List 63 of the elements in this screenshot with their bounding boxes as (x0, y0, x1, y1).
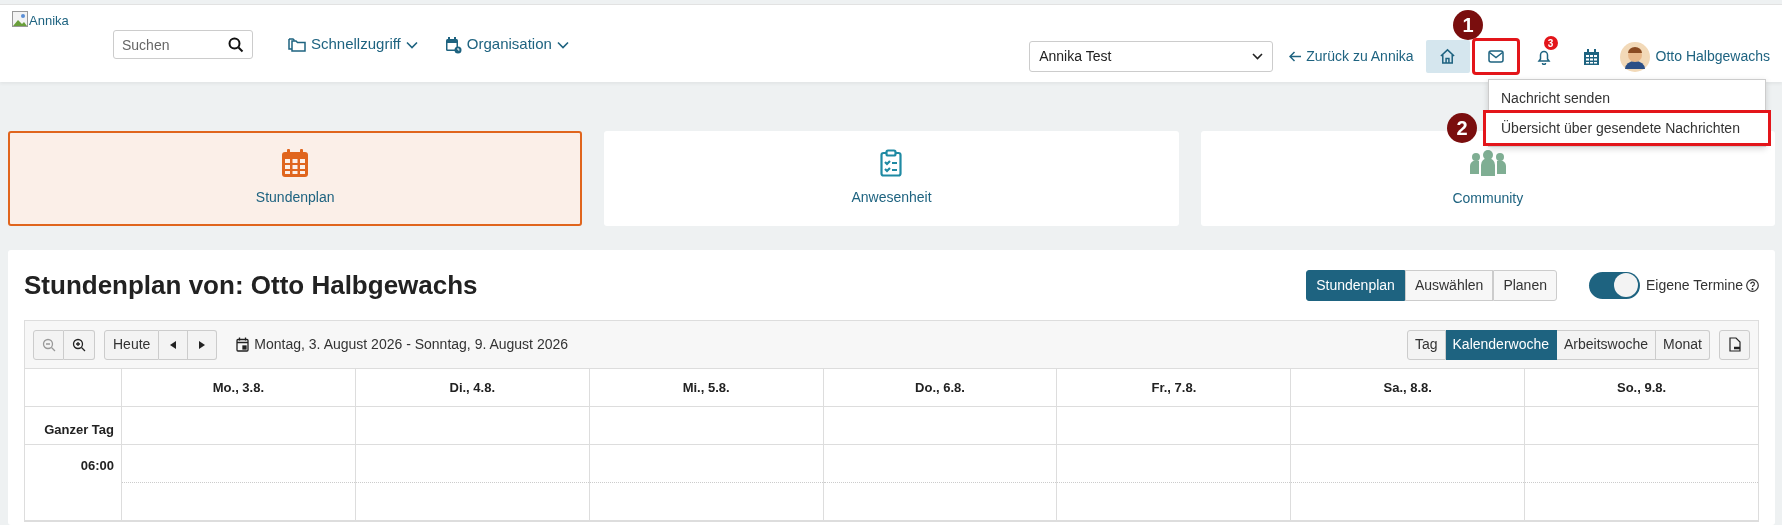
home-icon (1439, 48, 1457, 65)
bell-icon (1536, 48, 1551, 65)
module-tile[interactable]: Stundenplan (8, 131, 583, 226)
today-button[interactable]: Heute (104, 329, 160, 360)
module-tile[interactable]: Anwesenheit (604, 131, 1179, 226)
column-header: Mi., 5.8. (588, 369, 823, 407)
people-icon (1467, 148, 1508, 178)
column-header: Fr., 7.8. (1056, 369, 1291, 407)
clipboard-checklist-icon (880, 149, 903, 177)
view-tab[interactable]: Tag (1406, 329, 1446, 360)
zoom-out-icon (41, 337, 56, 352)
chevron-down-icon (556, 40, 569, 49)
triangle-left-icon (170, 340, 177, 349)
previous-button[interactable] (159, 329, 189, 360)
column-header: Mo., 3.8. (121, 369, 355, 407)
mode-tab[interactable]: Auswählen (1404, 269, 1494, 301)
toggle-switch[interactable] (1588, 271, 1640, 299)
zoom-in-button[interactable] (64, 329, 95, 360)
mail-button[interactable] (1473, 40, 1518, 73)
broken-image-icon (12, 11, 28, 27)
help-icon (1746, 278, 1759, 292)
back-link[interactable]: Zurück zu Annika (1289, 46, 1414, 67)
view-tab[interactable]: Kalenderwoche (1445, 329, 1558, 360)
arrow-left-icon (1289, 51, 1303, 62)
menu-item[interactable]: Nachricht senden (1489, 83, 1765, 113)
row-label: Ganzer Tag (44, 422, 114, 437)
search-field[interactable]: Suchen (113, 30, 253, 59)
date-range: Montag, 3. August 2026 - Sonntag, 9. August 2026 (254, 335, 569, 354)
next-button[interactable] (188, 329, 218, 360)
calendar-icon (443, 35, 462, 54)
pdf-file-icon (1728, 337, 1741, 352)
column-header: So., 9.8. (1524, 369, 1758, 407)
logo-alt-text: Annika (29, 12, 69, 30)
user-name[interactable]: Otto Halbgewachs (1655, 46, 1770, 67)
chevron-down-icon (1252, 53, 1264, 60)
mode-tab[interactable]: Planen (1493, 269, 1557, 301)
menu-item[interactable]: Übersicht über gesendete Nachrichten (1486, 113, 1768, 143)
calendar-icon (282, 149, 309, 177)
nav-menu-link[interactable]: Schnellzugriff (288, 33, 418, 56)
calendar-icon (1584, 48, 1600, 65)
pdf-export-button[interactable] (1719, 329, 1750, 360)
zoom-in-icon (72, 337, 86, 352)
chevron-down-icon (405, 40, 418, 49)
toggle-label: Eigene Termine (1645, 275, 1743, 295)
mail-icon (1487, 50, 1504, 63)
nav-menu-link[interactable]: Organisation (443, 33, 569, 56)
triangle-right-icon (199, 340, 206, 349)
page-title: Stundenplan von: Otto Halbgewachs (24, 268, 478, 302)
avatar (1619, 41, 1650, 72)
home-button[interactable] (1425, 40, 1470, 73)
mode-tab[interactable]: Stundenplan (1306, 269, 1405, 301)
column-header: Do., 6.8. (822, 369, 1057, 407)
row-label: 06:00 (80, 458, 114, 473)
column-header: Sa., 8.8. (1290, 369, 1525, 407)
folder-icon (288, 36, 306, 53)
view-tab[interactable]: Arbeitswoche (1557, 329, 1657, 360)
user-select[interactable]: Annika Test (1029, 41, 1274, 72)
view-tab[interactable]: Monat (1656, 329, 1710, 360)
calendar-icon (236, 337, 250, 352)
notification-badge: 3 (1541, 34, 1560, 52)
step-number-badge: 2 (1447, 113, 1477, 143)
column-header: Di., 4.8. (354, 369, 589, 407)
search-icon (228, 37, 244, 53)
